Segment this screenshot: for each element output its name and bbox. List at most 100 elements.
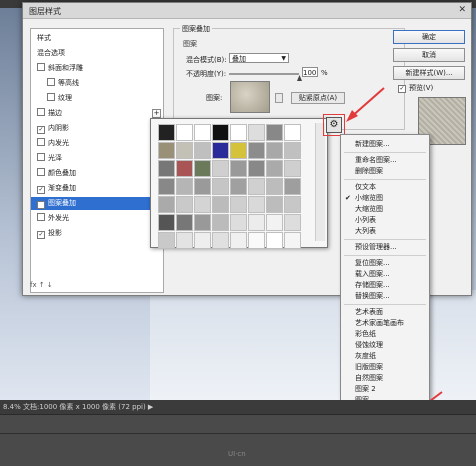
pattern-tile[interactable] xyxy=(248,232,265,249)
checkbox-icon[interactable] xyxy=(37,153,45,161)
pattern-tile[interactable] xyxy=(284,196,301,213)
pattern-tile[interactable] xyxy=(230,124,247,141)
menu-item[interactable]: 删除图案 xyxy=(341,166,429,177)
menu-item[interactable]: 载入图案... xyxy=(341,269,429,280)
opacity-input[interactable]: 100 xyxy=(302,67,318,77)
pattern-tile[interactable] xyxy=(194,160,211,177)
checkbox-icon[interactable]: ✓ xyxy=(37,186,45,194)
preview-checkbox[interactable]: ✓ 预览(V) xyxy=(398,83,433,93)
checkbox-icon[interactable]: ✓ xyxy=(37,231,45,239)
add-icon[interactable]: + xyxy=(152,109,161,118)
pattern-tile[interactable] xyxy=(212,196,229,213)
pattern-tile[interactable] xyxy=(230,232,247,249)
pattern-tile[interactable] xyxy=(158,178,175,195)
menu-item[interactable]: 存储图案... xyxy=(341,280,429,291)
pattern-swatch[interactable] xyxy=(230,81,270,113)
pattern-tile[interactable] xyxy=(194,124,211,141)
blend-mode-select[interactable]: 叠加 ▼ xyxy=(229,53,289,63)
pattern-tile[interactable] xyxy=(248,142,265,159)
pattern-tile[interactable] xyxy=(194,214,211,231)
style-list-item[interactable]: 样式 xyxy=(31,32,163,45)
pattern-tile[interactable] xyxy=(266,214,283,231)
pattern-tile[interactable] xyxy=(176,142,193,159)
pattern-tile[interactable] xyxy=(176,160,193,177)
pattern-tile[interactable] xyxy=(248,124,265,141)
pattern-tile[interactable] xyxy=(194,142,211,159)
checkbox-icon[interactable]: ✓ xyxy=(37,201,45,209)
pattern-tile[interactable] xyxy=(176,214,193,231)
style-list-item[interactable]: 等高线 xyxy=(31,77,163,90)
menu-item[interactable]: 灰度纸 xyxy=(341,351,429,362)
pattern-tile[interactable] xyxy=(212,232,229,249)
menu-item[interactable]: 仅文本 xyxy=(341,182,429,193)
pattern-tile[interactable] xyxy=(266,142,283,159)
menu-item[interactable]: 侵蚀纹理 xyxy=(341,340,429,351)
checkbox-icon[interactable] xyxy=(47,93,55,101)
checkbox-icon[interactable] xyxy=(37,168,45,176)
pattern-tile[interactable] xyxy=(266,178,283,195)
ok-button[interactable]: 确定 xyxy=(393,30,465,44)
pattern-tile[interactable] xyxy=(176,124,193,141)
pattern-tile[interactable] xyxy=(212,214,229,231)
style-list-item[interactable]: ✓渐变叠加+ xyxy=(31,182,163,195)
pattern-tile[interactable] xyxy=(230,196,247,213)
menu-item[interactable]: 小列表 xyxy=(341,215,429,226)
pattern-tile[interactable] xyxy=(230,178,247,195)
menu-item[interactable]: 大缩览图 xyxy=(341,204,429,215)
close-icon[interactable]: ✕ xyxy=(458,5,466,15)
pattern-tile[interactable] xyxy=(158,160,175,177)
menu-item[interactable]: 替换图案... xyxy=(341,291,429,302)
pattern-tile[interactable] xyxy=(176,178,193,195)
menu-item[interactable]: 艺术家画笔画布 xyxy=(341,318,429,329)
pattern-tile[interactable] xyxy=(230,142,247,159)
pattern-tile[interactable] xyxy=(230,160,247,177)
style-list-footer[interactable]: fx ↑ ↓ xyxy=(30,281,53,289)
style-list-item[interactable]: 混合选项 xyxy=(31,47,163,60)
pattern-tile[interactable] xyxy=(248,196,265,213)
style-list-item[interactable]: 描边 + xyxy=(31,107,163,120)
style-list-item[interactable]: 斜面和浮雕 xyxy=(31,62,163,75)
style-list-item[interactable]: 纹理 xyxy=(31,92,163,105)
snap-origin-button[interactable]: 贴紧原点(A) xyxy=(291,92,345,104)
pattern-tile[interactable] xyxy=(248,160,265,177)
cancel-button[interactable]: 取消 xyxy=(393,48,465,62)
pattern-tile[interactable] xyxy=(158,232,175,249)
pattern-tile[interactable] xyxy=(194,232,211,249)
pattern-tile[interactable] xyxy=(230,214,247,231)
style-list-item[interactable]: ✓ 图案叠加 xyxy=(31,197,163,210)
checkbox-icon[interactable] xyxy=(37,63,45,71)
pattern-tile[interactable] xyxy=(158,124,175,141)
style-list-item[interactable]: ✓投影+ xyxy=(31,227,163,240)
pattern-tile[interactable] xyxy=(266,124,283,141)
checkbox-icon[interactable] xyxy=(37,138,45,146)
pattern-tile[interactable] xyxy=(248,214,265,231)
pattern-tile[interactable] xyxy=(284,214,301,231)
pattern-tile[interactable] xyxy=(212,160,229,177)
checkbox-icon[interactable]: ✓ xyxy=(37,126,45,134)
pattern-tile[interactable] xyxy=(158,214,175,231)
picker-scrollbar[interactable] xyxy=(315,123,325,241)
pattern-tile[interactable] xyxy=(158,196,175,213)
new-style-button[interactable]: 新建样式(W)... xyxy=(393,66,465,80)
new-preset-icon[interactable] xyxy=(275,93,283,103)
pattern-tile[interactable] xyxy=(212,124,229,141)
menu-item[interactable]: 大列表 xyxy=(341,226,429,237)
pattern-tile[interactable] xyxy=(266,160,283,177)
menu-item[interactable]: 预设管理器... xyxy=(341,242,429,253)
pattern-tile[interactable] xyxy=(194,178,211,195)
pattern-tile[interactable] xyxy=(212,142,229,159)
checkbox-icon[interactable] xyxy=(47,78,55,86)
pattern-tile[interactable] xyxy=(284,142,301,159)
style-list-item[interactable]: 内发光 xyxy=(31,137,163,150)
checkbox-icon[interactable] xyxy=(37,108,45,116)
pattern-tile[interactable] xyxy=(284,124,301,141)
opacity-slider[interactable] xyxy=(229,73,299,75)
style-list-item[interactable]: 外发光 xyxy=(31,212,163,225)
pattern-tile[interactable] xyxy=(176,232,193,249)
pattern-tile[interactable] xyxy=(248,178,265,195)
menu-item[interactable]: 自然图案 xyxy=(341,373,429,384)
pattern-tile[interactable] xyxy=(284,160,301,177)
menu-item[interactable]: 旧版图案 xyxy=(341,362,429,373)
pattern-tile[interactable] xyxy=(266,232,283,249)
menu-item[interactable]: 新建图案... xyxy=(341,139,429,150)
